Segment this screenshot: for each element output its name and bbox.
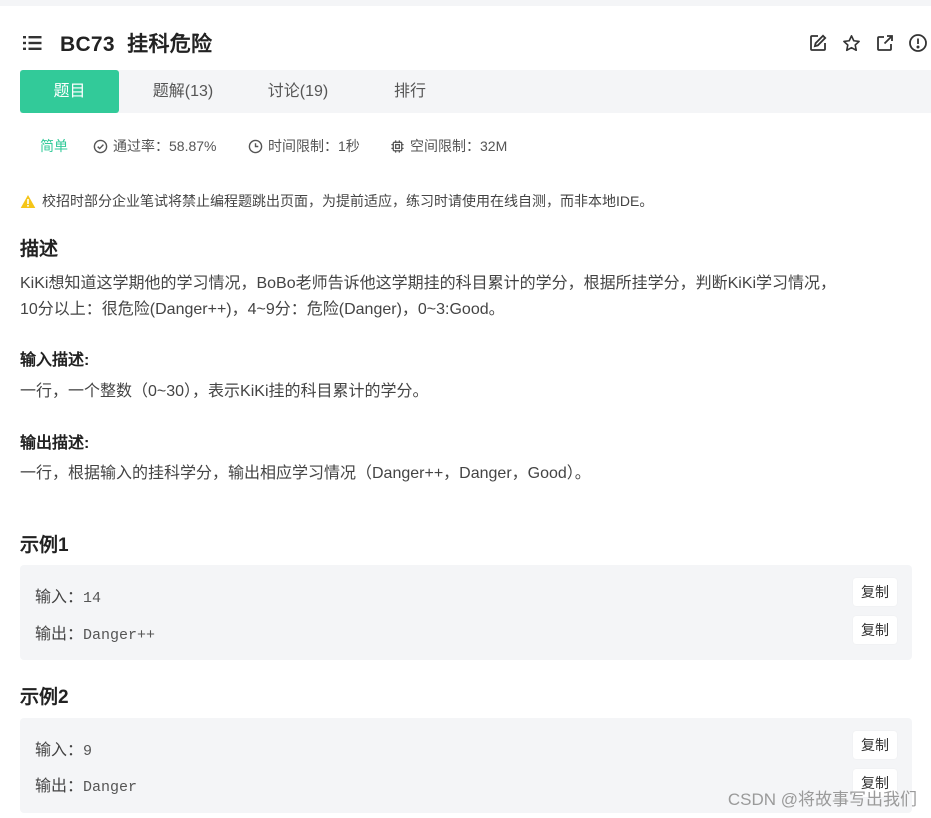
time-limit: 时间限制：1秒 <box>248 136 360 156</box>
difficulty-badge: 简单 <box>40 138 68 154</box>
chip-icon <box>391 139 404 153</box>
check-circle-icon <box>93 139 108 153</box>
list-icon[interactable] <box>22 34 44 52</box>
csdn-watermark: CSDN @将故事写出我们 <box>727 790 917 809</box>
copy-input-button[interactable]: 复制 <box>853 731 897 759</box>
space-limit: 空间限制：32M <box>390 136 507 156</box>
example-2-heading: 示例2 <box>20 687 69 708</box>
tab-discussion[interactable]: 讨论(19) <box>250 70 346 113</box>
output-desc-heading: 输出描述: <box>20 435 90 452</box>
input-desc-heading: 输入描述: <box>20 352 90 369</box>
tab-bar: 题目 题解(13) 讨论(19) 排行 <box>20 70 931 113</box>
input-value: 14 <box>83 590 102 607</box>
example-1-heading: 示例1 <box>20 535 69 556</box>
pass-rate-text: 通过率：58.87% <box>113 138 217 154</box>
copy-output-button[interactable]: 复制 <box>853 616 897 644</box>
description-line-1: KiKi想知道这学期他的学习情况，BoBo老师告诉他这学期挂的科目累计的学分，根… <box>20 275 837 292</box>
tab-solutions[interactable]: 题解(13) <box>135 70 231 113</box>
output-label: 输出： <box>35 626 84 643</box>
tab-ranking[interactable]: 排行 <box>365 70 455 113</box>
clock-icon <box>248 139 263 153</box>
copy-input-button[interactable]: 复制 <box>853 578 897 606</box>
space-limit-text: 空间限制：32M <box>410 138 508 154</box>
problem-header: BC73 挂科危险 <box>0 20 931 66</box>
output-desc-text: 一行，根据输入的挂科学分，输出相应学习情况（Danger++，Danger，Go… <box>20 465 591 482</box>
example-1-output: 输出：Danger++ <box>35 620 155 644</box>
output-value: Danger++ <box>83 627 156 644</box>
time-limit-text: 时间限制：1秒 <box>268 138 360 154</box>
page-title: BC73 挂科危险 <box>60 33 213 56</box>
notice-text: 校招时部分企业笔试将禁止编程题跳出页面，为提前适应，练习时请使用在线自测，而非本… <box>42 193 654 209</box>
info-icon[interactable] <box>907 32 929 54</box>
input-desc-text: 一行，一个整数（0~30），表示KiKi挂的科目累计的学分。 <box>20 383 429 400</box>
exam-notice: 校招时部分企业笔试将禁止编程题跳出页面，为提前适应，练习时请使用在线自测，而非本… <box>20 191 653 211</box>
input-label: 输入： <box>35 742 84 759</box>
description-line-2: 10分以上：很危险(Danger++)，4~9分：危险(Danger)，0~3:… <box>20 301 505 318</box>
output-label: 输出： <box>35 778 84 795</box>
example-2-output: 输出：Danger <box>35 772 137 796</box>
input-value: 9 <box>83 743 93 760</box>
example-1-box: 输入：14 输出：Danger++ 复制 复制 <box>20 565 912 660</box>
tab-problem[interactable]: 题目 <box>20 70 119 113</box>
share-icon[interactable] <box>874 32 896 54</box>
edit-icon[interactable] <box>807 32 829 54</box>
output-value: Danger <box>83 779 138 796</box>
example-2-input: 输入：9 <box>35 736 92 760</box>
pass-rate: 通过率：58.87% <box>93 136 216 156</box>
top-strip <box>0 0 931 6</box>
warning-icon <box>20 194 36 208</box>
input-label: 输入： <box>35 589 84 606</box>
description-heading: 描述 <box>20 239 59 260</box>
star-icon[interactable] <box>840 32 862 54</box>
example-1-input: 输入：14 <box>35 583 101 607</box>
